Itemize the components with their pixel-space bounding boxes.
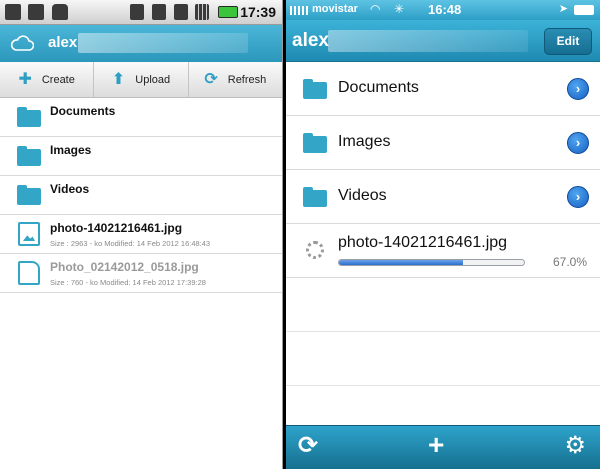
wifi-icon: ◠ <box>370 2 381 16</box>
file-name: photo-14021216461.jpg <box>50 221 183 235</box>
folder-label: Documents <box>50 104 116 118</box>
location-icon: ➤ <box>558 3 568 15</box>
upload-progress-fill <box>339 260 463 265</box>
folder-label: Videos <box>50 182 90 196</box>
app-header: alex <box>0 25 282 62</box>
android-icon <box>52 4 68 20</box>
carrier-name: movistar <box>312 3 358 15</box>
plus-icon: ✚ <box>18 70 32 88</box>
redacted-account-detail <box>78 33 248 53</box>
folder-label: Images <box>338 133 391 150</box>
signal-icon <box>290 6 308 15</box>
image-notification-icon <box>5 4 21 20</box>
android-status-bar: 17:39 <box>0 0 282 25</box>
status-clock: 17:39 <box>240 4 276 20</box>
document-file-icon <box>18 261 40 285</box>
bottom-toolbar: ⟳ + ⚙ <box>286 425 600 469</box>
signal-icon <box>195 4 209 20</box>
file-meta: Size : 760 - ko Modified: 14 Feb 2012 17… <box>50 278 206 287</box>
folder-item-documents[interactable]: Documents › <box>286 62 600 116</box>
folder-item-videos[interactable]: Videos <box>0 176 282 215</box>
file-meta: Size : 2963 - ko Modified: 14 Feb 2012 1… <box>50 239 211 248</box>
gears-icon[interactable]: ⚙ <box>564 434 586 458</box>
loading-spinner-icon <box>306 241 324 259</box>
refresh-button[interactable]: ⟳ Refresh <box>189 62 282 97</box>
folder-item-videos[interactable]: Videos › <box>286 170 600 224</box>
disclosure-chevron-icon[interactable]: › <box>567 132 589 154</box>
sim-icon <box>174 4 188 20</box>
refresh-icon[interactable]: ⟳ <box>298 434 318 458</box>
activity-icon: ✳ <box>394 2 405 16</box>
empty-row <box>286 332 600 386</box>
upload-arrow-icon: ⬆ <box>111 70 126 88</box>
folder-label: Documents <box>338 79 419 96</box>
android-screen: 17:39 alex ✚ Create ⬆ Upload ⟳ Refresh D… <box>0 0 283 469</box>
edit-button[interactable]: Edit <box>544 28 592 55</box>
file-item-photo-pending[interactable]: Photo_02142012_0518.jpg Size : 760 - ko … <box>0 254 282 293</box>
upload-progress-bar <box>338 259 525 266</box>
empty-row <box>286 278 600 332</box>
usb-icon <box>28 4 44 20</box>
account-name: alex <box>48 34 78 51</box>
wifi-icon <box>152 4 166 20</box>
disclosure-chevron-icon[interactable]: › <box>567 186 589 208</box>
account-name: alex <box>292 30 329 51</box>
upload-progress-label: 67.0% <box>552 255 587 269</box>
folder-icon <box>17 185 41 205</box>
battery-icon <box>218 6 238 18</box>
folder-icon <box>303 187 327 207</box>
folder-label: Videos <box>338 187 387 204</box>
navigation-bar: alex Edit <box>286 20 600 62</box>
upload-button[interactable]: ⬆ Upload <box>94 62 189 97</box>
redacted-account-detail <box>328 30 528 52</box>
status-clock: 16:48 <box>428 2 462 17</box>
file-list: Documents › Images › Videos › photo-1402… <box>286 62 600 386</box>
refresh-icon: ⟳ <box>204 70 218 88</box>
action-toolbar: ✚ Create ⬆ Upload ⟳ Refresh <box>0 62 282 98</box>
ios-status-bar: movistar ◠ ✳ 16:48 ➤ <box>286 0 600 20</box>
folder-item-images[interactable]: Images <box>0 137 282 176</box>
create-button[interactable]: ✚ Create <box>0 62 95 97</box>
vibrate-icon <box>130 4 144 20</box>
folder-icon <box>17 146 41 166</box>
folder-icon <box>303 79 327 99</box>
image-file-icon <box>18 222 40 246</box>
file-item-photo[interactable]: photo-14021216461.jpg Size : 2963 - ko M… <box>0 215 282 254</box>
folder-icon <box>17 107 41 127</box>
battery-icon <box>574 5 594 15</box>
folder-item-images[interactable]: Images › <box>286 116 600 170</box>
plus-icon[interactable]: + <box>428 431 444 459</box>
file-name: Photo_02142012_0518.jpg <box>50 260 199 274</box>
cloud-icon <box>10 35 34 51</box>
upload-item: photo-14021216461.jpg 67.0% <box>286 224 600 278</box>
upload-file-name: photo-14021216461.jpg <box>338 234 508 251</box>
folder-label: Images <box>50 143 92 157</box>
disclosure-chevron-icon[interactable]: › <box>567 78 589 100</box>
ios-screen: movistar ◠ ✳ 16:48 ➤ alex Edit Documents… <box>286 0 600 469</box>
folder-item-documents[interactable]: Documents <box>0 98 282 137</box>
folder-icon <box>303 133 327 153</box>
